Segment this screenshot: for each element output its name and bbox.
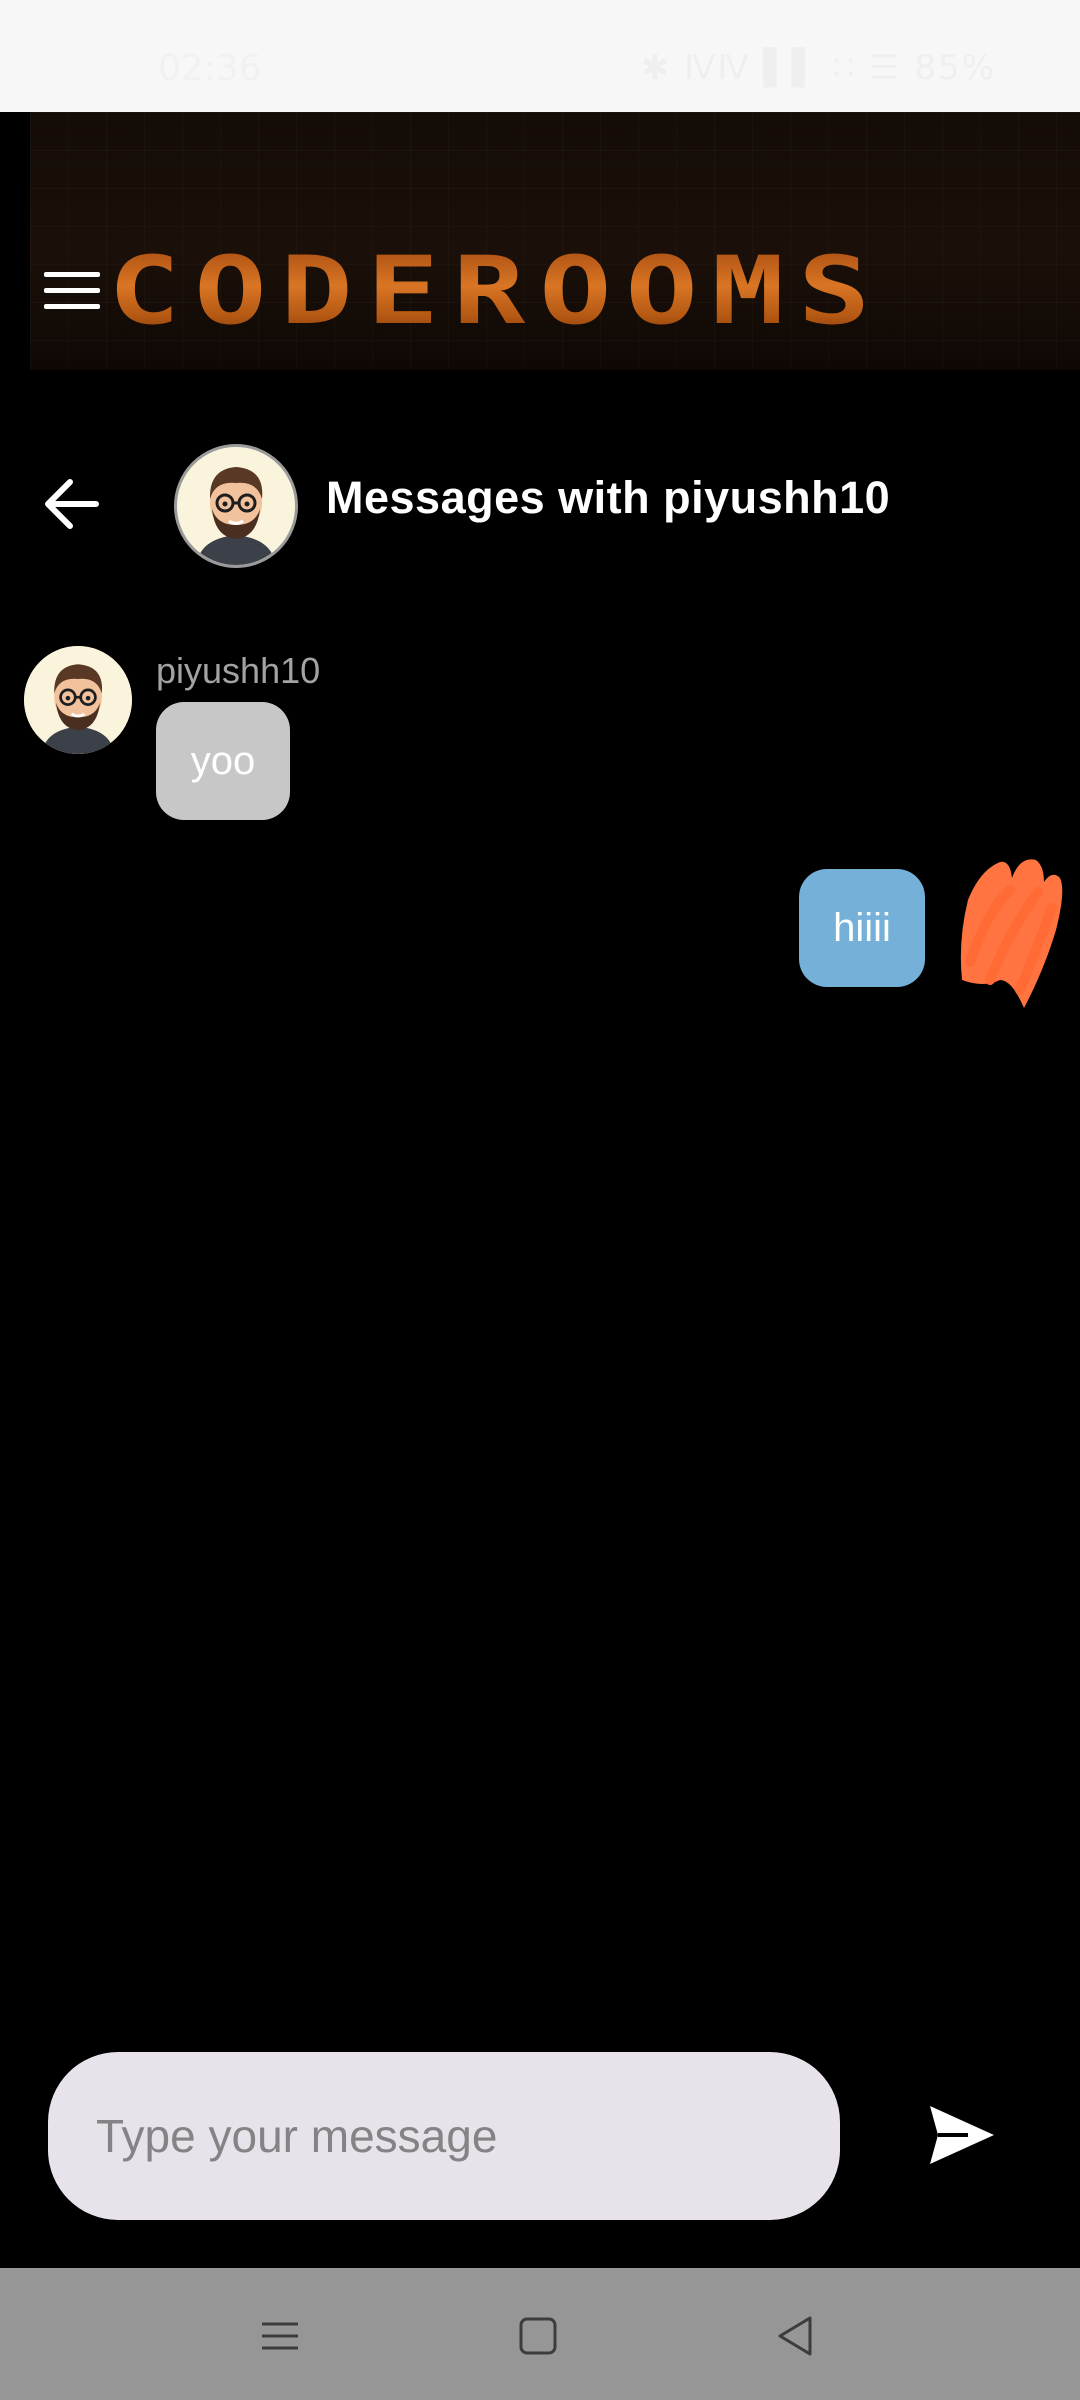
app-logo: CODEROOMS	[108, 240, 1004, 341]
status-time: 02:36	[158, 48, 262, 89]
redacted-avatar-scribble	[940, 830, 1080, 1010]
recent-apps-icon[interactable]	[250, 2306, 310, 2366]
logo-text: CODEROOMS	[108, 236, 885, 346]
message-text: yoo	[190, 738, 256, 783]
chat-title: Messages with piyushh10	[326, 472, 891, 523]
message-input[interactable]	[48, 2052, 840, 2220]
home-icon[interactable]	[508, 2306, 568, 2366]
status-bar: 02:36 ✱ ⅣⅣ ▌▌ ∷ ☰ 85%	[0, 0, 1080, 112]
outgoing-message-bubble[interactable]: hiiii	[799, 869, 925, 987]
hamburger-menu-icon[interactable]	[44, 272, 100, 312]
message-text: hiiii	[833, 905, 891, 950]
arrow-left-icon[interactable]	[40, 476, 100, 532]
contact-avatar[interactable]	[174, 444, 298, 568]
incoming-message-bubble[interactable]: yoo	[156, 702, 290, 820]
status-indicators: ✱ ⅣⅣ ▌▌ ∷ ☰ 85%	[640, 48, 996, 88]
sender-username: piyushh10	[156, 650, 321, 691]
system-nav-bar	[0, 2268, 1080, 2400]
send-icon[interactable]	[924, 2100, 1000, 2170]
back-triangle-icon[interactable]	[766, 2306, 826, 2366]
app-screen: 02:36 ✱ ⅣⅣ ▌▌ ∷ ☰ 85% CODEROOMS Messages…	[0, 0, 1080, 2400]
sender-avatar[interactable]	[24, 646, 132, 754]
chat-header: Messages with piyushh10	[0, 430, 1080, 575]
